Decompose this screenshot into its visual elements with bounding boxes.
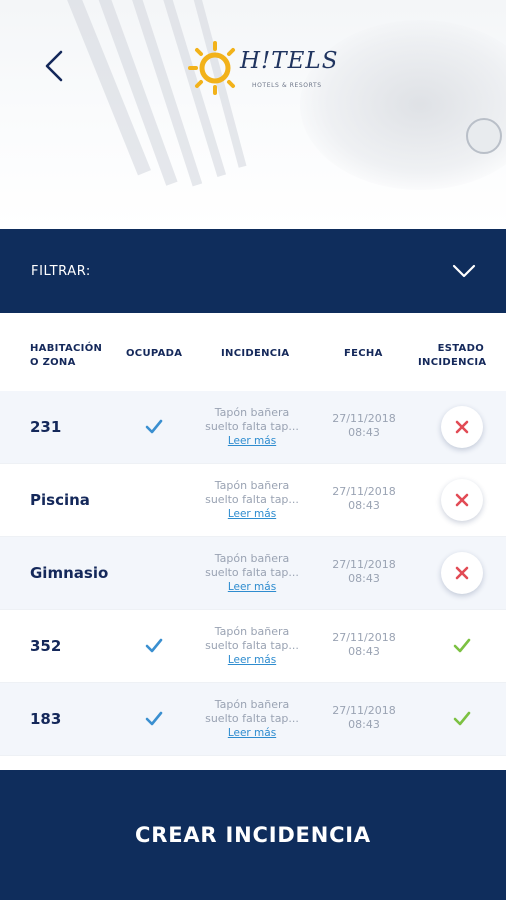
filter-label: FILTRAR:	[31, 263, 91, 279]
hero-shadow	[300, 20, 506, 190]
status-open-button[interactable]	[441, 552, 483, 594]
status-resolved	[441, 698, 483, 740]
incident-date: 27/11/2018	[332, 485, 396, 498]
occupied-check-icon	[145, 419, 163, 434]
incident-list: 231 Tapón bañera suelto falta tap... Lee…	[0, 391, 506, 756]
column-header-date: FECHA	[344, 348, 383, 359]
incident-datetime: 27/11/2018 08:43	[322, 631, 406, 659]
room-name: Piscina	[30, 491, 90, 509]
hotel-logo: H!TELS HOTELS & RESORTS	[186, 40, 337, 96]
column-header-room: HABITACIÓN O ZONA	[30, 342, 102, 370]
table-header: HABITACIÓN O ZONA OCUPADA INCIDENCIA FEC…	[0, 313, 506, 391]
room-name: 352	[30, 637, 62, 655]
incident-text-line1: Tapón bañera	[214, 625, 290, 638]
check-icon	[453, 711, 471, 726]
incident-datetime: 27/11/2018 08:43	[322, 485, 406, 513]
incident-summary: Tapón bañera suelto falta tap... Leer má…	[196, 625, 308, 667]
incident-time: 08:43	[348, 572, 380, 585]
incident-time: 08:43	[348, 645, 380, 658]
occupied-check-icon	[145, 638, 163, 653]
close-icon	[455, 566, 469, 580]
incident-summary: Tapón bañera suelto falta tap... Leer má…	[196, 552, 308, 594]
incident-time: 08:43	[348, 718, 380, 731]
incident-datetime: 27/11/2018 08:43	[322, 412, 406, 440]
occupied-check-icon	[145, 711, 163, 726]
room-name: 231	[30, 418, 62, 436]
column-header-incident: INCIDENCIA	[221, 348, 290, 359]
incident-text-line1: Tapón bañera	[214, 479, 290, 492]
incident-summary: Tapón bañera suelto falta tap... Leer má…	[196, 406, 308, 448]
incident-text-line1: Tapón bañera	[214, 406, 290, 419]
status-resolved	[441, 625, 483, 667]
create-incident-label: CREAR INCIDENCIA	[135, 823, 371, 847]
logo-wordmark: H!TELS	[240, 48, 339, 74]
incident-summary: Tapón bañera suelto falta tap... Leer má…	[196, 698, 308, 740]
hero-button-decoration	[466, 118, 502, 154]
column-header-room-line2: O ZONA	[30, 357, 76, 368]
read-more-link[interactable]: Leer más	[228, 507, 276, 521]
column-header-occupied: OCUPADA	[126, 348, 183, 359]
check-icon	[453, 638, 471, 653]
column-header-status: ESTADO INCIDENCIA	[418, 342, 487, 370]
chevron-left-icon	[45, 50, 63, 82]
incident-text-line2: suelto falta tap...	[205, 493, 299, 506]
logo-tagline: HOTELS & RESORTS	[252, 82, 322, 89]
incident-text-line1: Tapón bañera	[214, 698, 290, 711]
incident-text-line2: suelto falta tap...	[205, 639, 299, 652]
back-button[interactable]	[36, 46, 72, 86]
incident-summary: Tapón bañera suelto falta tap... Leer má…	[196, 479, 308, 521]
incident-time: 08:43	[348, 426, 380, 439]
table-row[interactable]: Gimnasio Tapón bañera suelto falta tap..…	[0, 537, 506, 610]
incident-text-line2: suelto falta tap...	[205, 420, 299, 433]
status-open-button[interactable]	[441, 406, 483, 448]
incident-date: 27/11/2018	[332, 412, 396, 425]
incident-text-line2: suelto falta tap...	[205, 712, 299, 725]
read-more-link[interactable]: Leer más	[228, 726, 276, 740]
room-name: 183	[30, 710, 62, 728]
status-open-button[interactable]	[441, 479, 483, 521]
header-hero: H!TELS HOTELS & RESORTS	[0, 0, 506, 228]
table-row[interactable]: 352 Tapón bañera suelto falta tap... Lee…	[0, 610, 506, 683]
column-header-status-line1: ESTADO	[437, 343, 484, 354]
create-incident-button[interactable]: CREAR INCIDENCIA	[0, 770, 506, 900]
incident-datetime: 27/11/2018 08:43	[322, 704, 406, 732]
incident-date: 27/11/2018	[332, 704, 396, 717]
chevron-down-icon	[452, 264, 476, 278]
table-row[interactable]: 183 Tapón bañera suelto falta tap... Lee…	[0, 683, 506, 756]
column-header-status-line2: INCIDENCIA	[418, 357, 487, 368]
incident-date: 27/11/2018	[332, 631, 396, 644]
incident-time: 08:43	[348, 499, 380, 512]
filter-dropdown[interactable]: FILTRAR:	[0, 229, 506, 313]
room-name: Gimnasio	[30, 564, 109, 582]
incident-date: 27/11/2018	[332, 558, 396, 571]
close-icon	[455, 420, 469, 434]
table-row[interactable]: 231 Tapón bañera suelto falta tap... Lee…	[0, 391, 506, 464]
incident-text-line2: suelto falta tap...	[205, 566, 299, 579]
close-icon	[455, 493, 469, 507]
read-more-link[interactable]: Leer más	[228, 434, 276, 448]
read-more-link[interactable]: Leer más	[228, 653, 276, 667]
incident-datetime: 27/11/2018 08:43	[322, 558, 406, 586]
incident-text-line1: Tapón bañera	[214, 552, 290, 565]
sun-icon	[188, 41, 235, 95]
read-more-link[interactable]: Leer más	[228, 580, 276, 594]
table-row[interactable]: Piscina Tapón bañera suelto falta tap...…	[0, 464, 506, 537]
column-header-room-line1: HABITACIÓN	[30, 343, 103, 354]
